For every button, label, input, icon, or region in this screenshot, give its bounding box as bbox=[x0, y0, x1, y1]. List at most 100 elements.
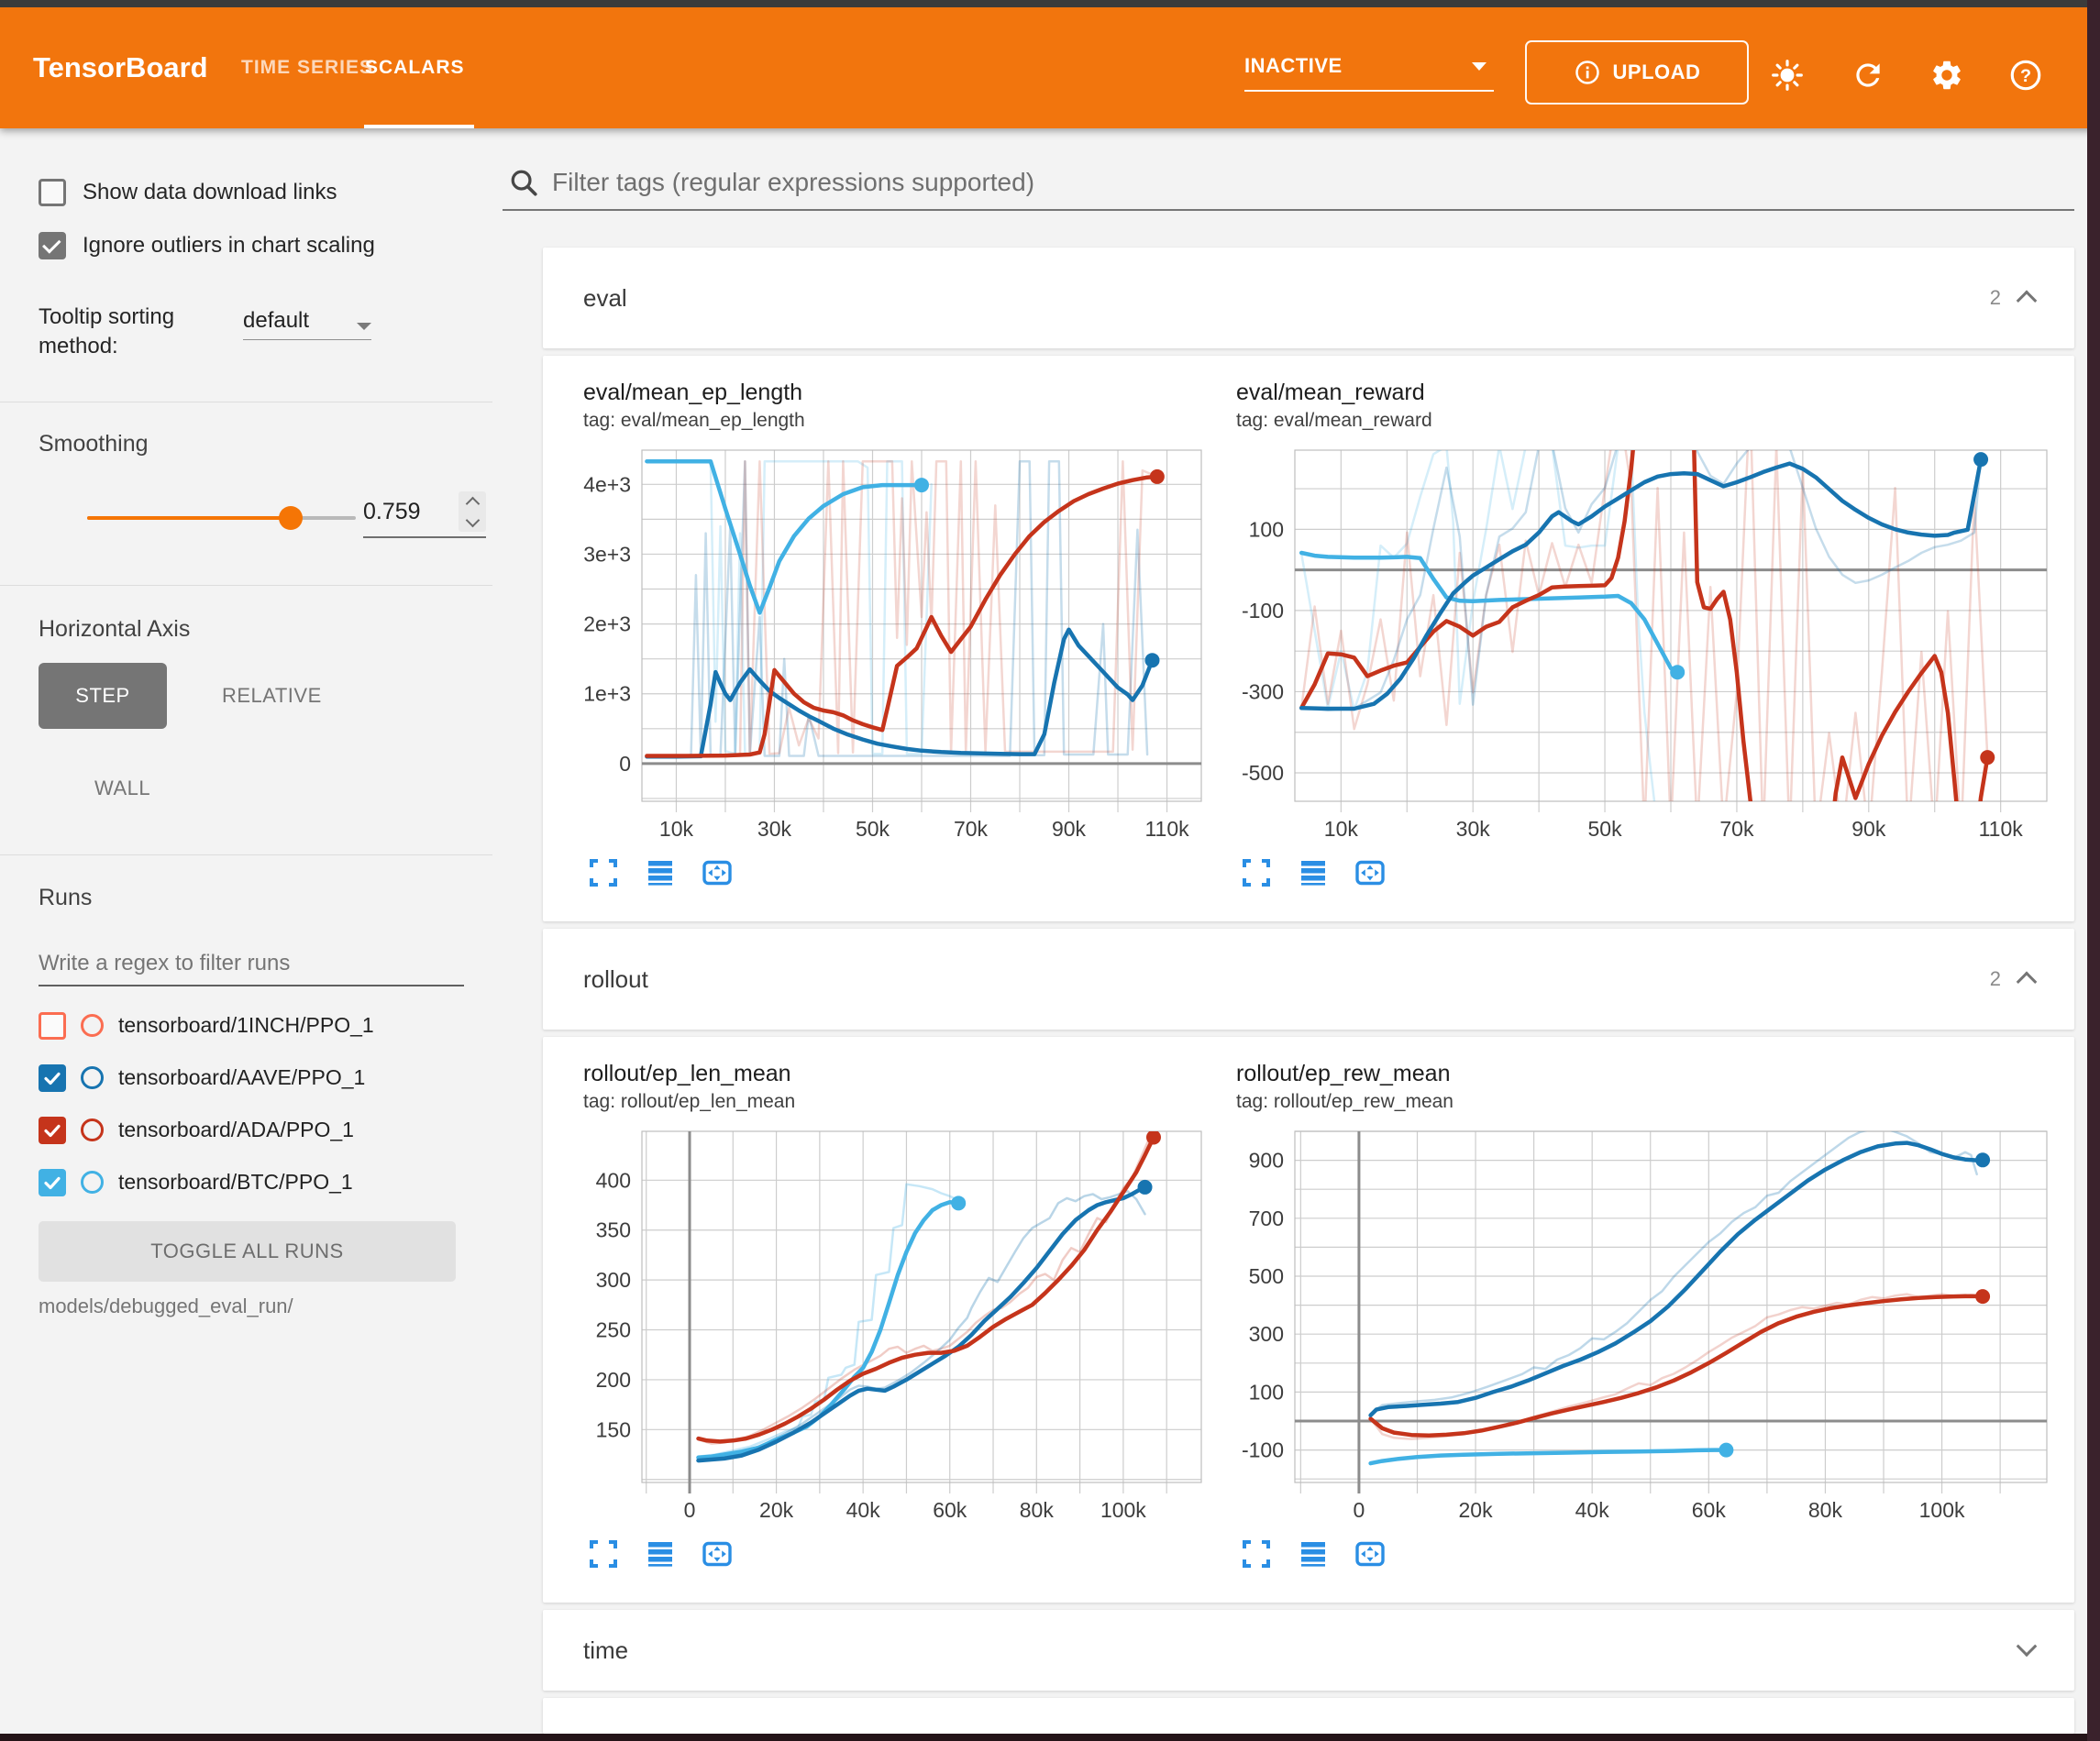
chart-plot[interactable]: 020k40k60k80k100k-100100300500700900 bbox=[1225, 1120, 2060, 1531]
active-tab-underline bbox=[364, 125, 474, 128]
chart-card-rollout-ep-rew-mean: rollout/ep_rew_meantag: rollout/ep_rew_m… bbox=[1225, 1053, 2060, 1570]
smoothing-slider-thumb[interactable] bbox=[279, 506, 303, 530]
data-table-icon[interactable] bbox=[644, 1537, 677, 1570]
ignore-outliers-checkbox[interactable] bbox=[39, 232, 66, 259]
chart-plot[interactable]: 020k40k60k80k100k150200250300350400 bbox=[572, 1120, 1214, 1531]
window-top-edge bbox=[0, 0, 2100, 7]
svg-text:110k: 110k bbox=[1979, 817, 2024, 841]
chart-plot[interactable]: 10k30k50k70k90k110k01e+32e+33e+34e+3 bbox=[572, 439, 1214, 850]
fullscreen-icon[interactable] bbox=[587, 856, 620, 889]
data-table-icon[interactable] bbox=[1297, 856, 1330, 889]
svg-text:100: 100 bbox=[1249, 517, 1284, 541]
section-count: 2 bbox=[1990, 286, 2001, 310]
run-row[interactable]: tensorboard/BTC/PPO_1 bbox=[39, 1156, 479, 1208]
smoothing-slider[interactable] bbox=[87, 516, 356, 520]
tag-filter-placeholder: Filter tags (regular expressions support… bbox=[552, 168, 1034, 197]
fullscreen-icon[interactable] bbox=[587, 1537, 620, 1570]
chevron-down-icon bbox=[357, 323, 371, 330]
ignore-outliers-label: Ignore outliers in chart scaling bbox=[83, 233, 375, 259]
data-table-icon[interactable] bbox=[644, 856, 677, 889]
brightness-icon[interactable] bbox=[1770, 58, 1805, 93]
help-icon[interactable]: ? bbox=[2008, 58, 2043, 93]
tab-scalars[interactable]: SCALARS bbox=[365, 7, 465, 128]
svg-text:-500: -500 bbox=[1242, 761, 1284, 785]
divider bbox=[0, 854, 492, 855]
fit-domain-icon[interactable] bbox=[1354, 1537, 1387, 1570]
run-row[interactable]: tensorboard/AAVE/PPO_1 bbox=[39, 1052, 479, 1104]
svg-text:20k: 20k bbox=[759, 1498, 794, 1522]
svg-text:200: 200 bbox=[596, 1368, 631, 1392]
check-icon bbox=[41, 1119, 63, 1141]
refresh-icon[interactable] bbox=[1851, 58, 1885, 93]
check-icon bbox=[41, 1172, 63, 1194]
axis-wall-button[interactable]: WALL bbox=[58, 761, 187, 816]
app-header: TensorBoard TIME SERIES SCALARS INACTIVE… bbox=[0, 7, 2100, 128]
chart-plot[interactable]: 10k30k50k70k90k110k100-100-300-500 bbox=[1225, 439, 2060, 850]
number-stepper[interactable] bbox=[459, 491, 486, 532]
svg-text:-100: -100 bbox=[1242, 599, 1284, 623]
settings-gear-icon[interactable] bbox=[1929, 58, 1964, 93]
window-right-edge[interactable] bbox=[2087, 0, 2100, 1741]
svg-text:1e+3: 1e+3 bbox=[583, 682, 631, 706]
status-label: INACTIVE bbox=[1244, 54, 1343, 78]
section-title: time bbox=[583, 1636, 628, 1665]
svg-text:50k: 50k bbox=[1588, 817, 1623, 841]
toggle-all-runs-button[interactable]: TOGGLE ALL RUNS bbox=[39, 1221, 456, 1282]
run-checkbox[interactable] bbox=[39, 1012, 66, 1040]
svg-text:-100: -100 bbox=[1242, 1438, 1284, 1462]
chevron-up-icon[interactable] bbox=[2017, 291, 2038, 312]
chevron-down-icon[interactable] bbox=[2017, 1636, 2038, 1657]
section-header-eval[interactable]: eval 2 bbox=[543, 248, 2074, 348]
stepper-up-icon[interactable] bbox=[465, 496, 480, 511]
tab-time-series[interactable]: TIME SERIES bbox=[241, 7, 373, 128]
axis-step-button[interactable]: STEP bbox=[39, 663, 167, 729]
svg-text:-300: -300 bbox=[1242, 679, 1284, 703]
upload-button[interactable]: UPLOAD bbox=[1525, 40, 1749, 105]
svg-text:30k: 30k bbox=[1456, 817, 1491, 841]
status-dropdown[interactable]: INACTIVE bbox=[1244, 42, 1494, 92]
svg-text:80k: 80k bbox=[1020, 1498, 1055, 1522]
svg-text:70k: 70k bbox=[1719, 817, 1754, 841]
runs-regex-placeholder: Write a regex to filter runs bbox=[39, 951, 290, 976]
data-table-icon[interactable] bbox=[1297, 1537, 1330, 1570]
svg-text:500: 500 bbox=[1249, 1264, 1284, 1288]
section-header-rollout[interactable]: rollout 2 bbox=[543, 929, 2074, 1030]
tooltip-sorting-select[interactable]: default bbox=[243, 308, 371, 340]
section-header-time[interactable]: time bbox=[543, 1610, 2074, 1691]
run-checkbox[interactable] bbox=[39, 1064, 66, 1092]
stepper-down-icon[interactable] bbox=[465, 512, 480, 527]
run-row[interactable]: tensorboard/1INCH/PPO_1 bbox=[39, 999, 479, 1052]
run-isolate-circle[interactable] bbox=[81, 1014, 104, 1037]
smoothing-value-field[interactable]: 0.759 bbox=[363, 491, 486, 538]
fit-domain-icon[interactable] bbox=[701, 1537, 734, 1570]
run-isolate-circle[interactable] bbox=[81, 1118, 104, 1141]
chevron-up-icon[interactable] bbox=[2017, 972, 2038, 993]
run-row[interactable]: tensorboard/ADA/PPO_1 bbox=[39, 1104, 479, 1156]
run-checkbox[interactable] bbox=[39, 1169, 66, 1196]
run-isolate-circle[interactable] bbox=[81, 1171, 104, 1194]
svg-text:150: 150 bbox=[596, 1417, 631, 1441]
fit-domain-icon[interactable] bbox=[701, 856, 734, 889]
fit-domain-icon[interactable] bbox=[1354, 856, 1387, 889]
svg-text:60k: 60k bbox=[933, 1498, 967, 1522]
svg-text:350: 350 bbox=[596, 1218, 631, 1242]
info-icon bbox=[1574, 59, 1601, 86]
svg-text:100k: 100k bbox=[1100, 1498, 1146, 1522]
runs-regex-input[interactable]: Write a regex to filter runs bbox=[39, 942, 464, 986]
chart-toolbar bbox=[1240, 856, 2060, 889]
section-header-partial bbox=[543, 1698, 2074, 1734]
svg-text:250: 250 bbox=[596, 1318, 631, 1342]
upload-label: UPLOAD bbox=[1613, 61, 1701, 84]
fullscreen-icon[interactable] bbox=[1240, 856, 1273, 889]
run-isolate-circle[interactable] bbox=[81, 1066, 104, 1089]
search-icon bbox=[508, 167, 539, 198]
show-download-links-checkbox[interactable] bbox=[39, 179, 66, 206]
run-checkbox[interactable] bbox=[39, 1117, 66, 1144]
chart-toolbar bbox=[587, 1537, 1214, 1570]
fullscreen-icon[interactable] bbox=[1240, 1537, 1273, 1570]
tag-filter-input[interactable]: Filter tags (regular expressions support… bbox=[503, 156, 2074, 211]
run-label: tensorboard/1INCH/PPO_1 bbox=[118, 1013, 374, 1038]
svg-text:50k: 50k bbox=[856, 817, 890, 841]
chart-card-rollout-ep-len-mean: rollout/ep_len_meantag: rollout/ep_len_m… bbox=[572, 1053, 1214, 1570]
axis-relative-button[interactable]: RELATIVE bbox=[204, 663, 340, 729]
